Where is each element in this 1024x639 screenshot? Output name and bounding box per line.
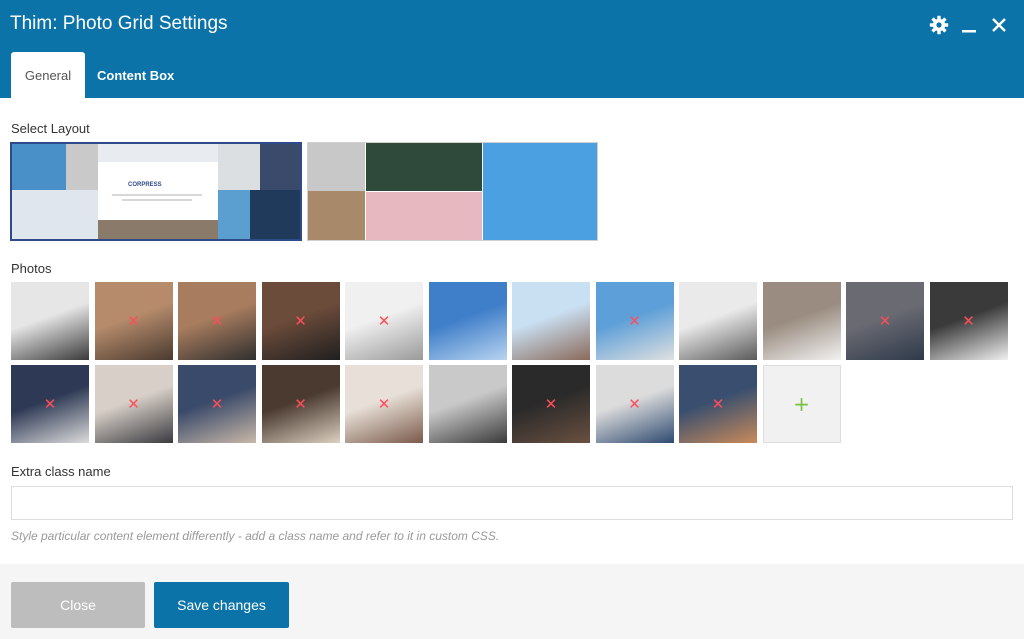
header-icons	[928, 14, 1010, 36]
extra-class-help: Style particular content element differe…	[11, 529, 500, 543]
close-button[interactable]: Close	[11, 582, 145, 628]
photo-thumbnail[interactable]: ✕	[11, 365, 89, 443]
photo-thumbnail[interactable]: ✕	[178, 282, 256, 360]
remove-photo-icon[interactable]: ✕	[95, 282, 173, 360]
layout-text-line	[122, 199, 192, 201]
photo-thumbnail[interactable]: ✕	[512, 365, 590, 443]
tab-content-box[interactable]: Content Box	[85, 52, 186, 98]
layout-tile	[218, 190, 250, 239]
tab-bar: General Content Box	[11, 52, 186, 98]
photo-thumbnail[interactable]	[679, 282, 757, 360]
layout-text-line	[112, 194, 202, 196]
photo-thumbnail[interactable]	[428, 365, 507, 443]
remove-photo-icon[interactable]: ✕	[345, 282, 423, 360]
remove-photo-icon[interactable]: ✕	[512, 365, 590, 443]
layout-option-2[interactable]	[307, 142, 598, 241]
photo-thumbnail[interactable]: ✕	[261, 282, 340, 360]
layout-tile	[98, 144, 218, 162]
layout-tile	[12, 190, 98, 239]
layout-tile	[308, 143, 365, 191]
remove-photo-icon[interactable]: ✕	[930, 282, 1008, 360]
tab-general[interactable]: General	[11, 52, 85, 98]
minimize-icon[interactable]	[958, 14, 980, 36]
layout-tile	[366, 192, 482, 240]
extra-class-input[interactable]	[11, 486, 1013, 520]
photo-thumbnail[interactable]	[11, 282, 89, 360]
photo-thumbnail[interactable]: ✕	[345, 282, 423, 360]
photo-thumbnail[interactable]: ✕	[595, 365, 674, 443]
layout-tile	[66, 144, 98, 190]
gear-icon[interactable]	[928, 14, 950, 36]
remove-photo-icon[interactable]: ✕	[262, 282, 340, 360]
layout-tile	[12, 144, 66, 190]
layout-brand: CORPRESS	[128, 182, 162, 188]
remove-photo-icon[interactable]: ✕	[345, 365, 423, 443]
layout-tile	[218, 144, 260, 190]
photo-thumbnail[interactable]	[512, 282, 590, 360]
photo-thumbnail[interactable]: ✕	[929, 282, 1008, 360]
layout-tile	[260, 144, 300, 190]
photo-thumbnail[interactable]	[428, 282, 507, 360]
photo-thumbnail[interactable]: ✕	[94, 365, 173, 443]
remove-photo-icon[interactable]: ✕	[596, 365, 674, 443]
layout-option-1[interactable]: CORPRESS	[10, 142, 302, 241]
photo-thumbnail[interactable]: ✕	[178, 365, 256, 443]
select-layout-label: Select Layout	[11, 121, 90, 136]
remove-photo-icon[interactable]: ✕	[262, 365, 340, 443]
layout-tile	[366, 143, 482, 191]
dialog-header: Thim: Photo Grid Settings General Conten…	[0, 0, 1024, 98]
save-changes-button[interactable]: Save changes	[154, 582, 289, 628]
photo-thumbnail[interactable]: ✕	[94, 282, 173, 360]
layout-tile	[308, 191, 365, 240]
photos-label: Photos	[11, 261, 52, 276]
photo-thumbnail[interactable]	[762, 282, 841, 360]
remove-photo-icon[interactable]: ✕	[95, 365, 173, 443]
photo-thumbnail[interactable]: ✕	[846, 282, 924, 360]
layout-tile	[98, 220, 218, 239]
layout-tile	[250, 190, 300, 239]
close-icon[interactable]	[988, 14, 1010, 36]
remove-photo-icon[interactable]: ✕	[596, 282, 674, 360]
remove-photo-icon[interactable]: ✕	[178, 282, 256, 360]
remove-photo-icon[interactable]: ✕	[846, 282, 924, 360]
layout-center-card: CORPRESS	[98, 162, 218, 220]
layout-tile	[483, 143, 597, 240]
photo-thumbnail[interactable]: ✕	[261, 365, 340, 443]
add-photo-button[interactable]: +	[762, 365, 841, 443]
photo-thumbnail[interactable]: ✕	[345, 365, 423, 443]
dialog-footer: Close Save changes	[0, 564, 1024, 639]
remove-photo-icon[interactable]: ✕	[679, 365, 757, 443]
extra-class-label: Extra class name	[11, 464, 111, 479]
remove-photo-icon[interactable]: ✕	[11, 365, 89, 443]
photo-thumbnail[interactable]: ✕	[595, 282, 674, 360]
remove-photo-icon[interactable]: ✕	[178, 365, 256, 443]
photo-thumbnail[interactable]: ✕	[679, 365, 757, 443]
plus-icon: +	[793, 392, 810, 416]
dialog-title: Thim: Photo Grid Settings	[10, 13, 228, 34]
